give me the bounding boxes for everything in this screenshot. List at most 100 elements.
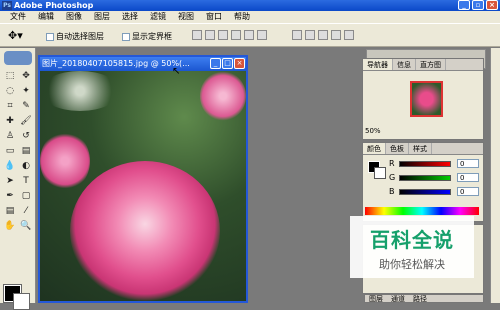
window-controls: _ ▫ ×: [458, 0, 498, 10]
close-icon[interactable]: ×: [234, 58, 245, 69]
workspace-scrollbar[interactable]: [490, 48, 500, 303]
tab-color[interactable]: 颜色: [363, 143, 386, 154]
menu-image[interactable]: 图像: [60, 11, 88, 23]
red-row: R 0: [363, 159, 483, 169]
highlight-shape: [40, 71, 120, 111]
menu-view[interactable]: 视图: [172, 11, 200, 23]
move-tool-icon[interactable]: ✥: [19, 70, 33, 83]
green-slider[interactable]: [399, 175, 451, 181]
show-bounding-box-checkbox[interactable]: 显示定界框: [122, 31, 172, 42]
minimize-icon[interactable]: _: [210, 58, 221, 69]
adobe-feather-icon[interactable]: [4, 51, 32, 65]
menu-file[interactable]: 文件: [4, 11, 32, 23]
eraser-tool-icon[interactable]: ▭: [3, 145, 17, 158]
menu-layer[interactable]: 图层: [88, 11, 116, 23]
blue-row: B 0: [363, 187, 483, 197]
show-bounding-box-label: 显示定界框: [132, 32, 172, 41]
gradient-tool-icon[interactable]: ▤: [19, 145, 33, 158]
close-icon[interactable]: ×: [486, 0, 498, 10]
path-select-tool-icon[interactable]: ➤: [3, 175, 17, 188]
align-group-1: [192, 30, 267, 40]
app-titlebar: Ps Adobe Photoshop _ ▫ ×: [0, 0, 500, 11]
tool-grid: ⬚ ✥ ◌ ✦ ⌗ ✎ ✚ 🖌 ♙ ↺ ▭ ▤ 💧 ◐ ➤ T ✒ ▢ ▤ ⁄ …: [3, 70, 33, 233]
navigator-thumbnail[interactable]: [410, 81, 443, 117]
flower-shape: [70, 161, 220, 301]
history-brush-tool-icon[interactable]: ↺: [19, 130, 33, 143]
blue-slider[interactable]: [399, 189, 451, 195]
align-center-icon[interactable]: [244, 30, 254, 40]
distribute-center-icon[interactable]: [344, 30, 354, 40]
marquee-tool-icon[interactable]: ⬚: [3, 70, 17, 83]
maximize-icon[interactable]: □: [222, 58, 233, 69]
color-tabs: 颜色 色板 样式: [363, 143, 483, 155]
blue-value[interactable]: 0: [457, 187, 479, 196]
color-panel: 颜色 色板 样式 R 0 G 0 B 0: [362, 142, 484, 222]
distribute-left-icon[interactable]: [331, 30, 341, 40]
background-color-swatch[interactable]: [13, 293, 30, 310]
tab-channels[interactable]: 通道: [387, 295, 409, 303]
canvas-image[interactable]: [40, 71, 246, 301]
healing-brush-tool-icon[interactable]: ✚: [3, 115, 17, 128]
notes-tool-icon[interactable]: ▤: [3, 205, 17, 218]
navigator-panel: 导航器 信息 直方图 50%: [362, 58, 484, 140]
red-label: R: [389, 159, 395, 168]
distribute-middle-icon[interactable]: [305, 30, 315, 40]
color-spectrum-bar[interactable]: [365, 207, 479, 215]
red-slider[interactable]: [399, 161, 451, 167]
tab-histogram[interactable]: 直方图: [416, 59, 446, 70]
type-tool-icon[interactable]: T: [19, 175, 33, 188]
checkbox-box[interactable]: [122, 32, 130, 41]
tab-paths[interactable]: 路径: [409, 295, 431, 303]
checkbox-box[interactable]: [46, 32, 54, 41]
hand-tool-icon[interactable]: ✋: [3, 220, 17, 233]
layers-tabs: 图层 通道 路径: [364, 294, 484, 303]
menu-select[interactable]: 选择: [116, 11, 144, 23]
menu-edit[interactable]: 编辑: [32, 11, 60, 23]
align-right-icon[interactable]: [257, 30, 267, 40]
flower-shape: [200, 71, 246, 121]
navigator-zoom[interactable]: 50%: [365, 127, 381, 135]
green-label: G: [389, 173, 396, 182]
watermark-box: 百科全说 助你轻松解决: [350, 216, 474, 278]
distribute-bottom-icon[interactable]: [318, 30, 328, 40]
watermark-subtitle: 助你轻松解决: [379, 258, 445, 271]
toolbox: ⬚ ✥ ◌ ✦ ⌗ ✎ ✚ 🖌 ♙ ↺ ▭ ▤ 💧 ◐ ➤ T ✒ ▢ ▤ ⁄ …: [0, 48, 36, 310]
align-bottom-icon[interactable]: [218, 30, 228, 40]
menu-window[interactable]: 窗口: [200, 11, 228, 23]
green-row: G 0: [363, 173, 483, 183]
pen-tool-icon[interactable]: ✒: [3, 190, 17, 203]
blur-tool-icon[interactable]: 💧: [3, 160, 17, 173]
menu-filter[interactable]: 滤镜: [144, 11, 172, 23]
red-value[interactable]: 0: [457, 159, 479, 168]
tab-info[interactable]: 信息: [393, 59, 416, 70]
align-middle-icon[interactable]: [205, 30, 215, 40]
tab-navigator[interactable]: 导航器: [363, 59, 393, 70]
clone-stamp-tool-icon[interactable]: ♙: [3, 130, 17, 143]
auto-select-layer-label: 自动选择图层: [56, 32, 104, 41]
shape-tool-icon[interactable]: ▢: [19, 190, 33, 203]
app-title: Adobe Photoshop: [14, 1, 94, 10]
restore-icon[interactable]: ▫: [472, 0, 484, 10]
menu-help[interactable]: 帮助: [228, 11, 256, 23]
tab-layers[interactable]: 图层: [365, 295, 387, 303]
minimize-icon[interactable]: _: [458, 0, 470, 10]
move-icon[interactable]: ✥▾: [8, 29, 23, 42]
auto-select-layer-checkbox[interactable]: 自动选择图层: [46, 31, 104, 42]
menu-bar: 文件 编辑 图像 图层 选择 滤镜 视图 窗口 帮助: [0, 11, 500, 23]
lasso-tool-icon[interactable]: ◌: [3, 85, 17, 98]
dodge-tool-icon[interactable]: ◐: [19, 160, 33, 173]
brush-tool-icon[interactable]: 🖌: [19, 115, 33, 128]
tab-styles[interactable]: 样式: [409, 143, 432, 154]
green-value[interactable]: 0: [457, 173, 479, 182]
distribute-top-icon[interactable]: [292, 30, 302, 40]
align-top-icon[interactable]: [192, 30, 202, 40]
slice-tool-icon[interactable]: ✎: [19, 100, 33, 113]
flower-shape: [40, 131, 90, 191]
zoom-tool-icon[interactable]: 🔍: [19, 220, 33, 233]
eyedropper-tool-icon[interactable]: ⁄: [19, 205, 33, 218]
align-left-icon[interactable]: [231, 30, 241, 40]
magic-wand-tool-icon[interactable]: ✦: [19, 85, 33, 98]
tab-swatches[interactable]: 色板: [386, 143, 409, 154]
document-window-controls: _ □ ×: [210, 58, 245, 69]
crop-tool-icon[interactable]: ⌗: [3, 100, 17, 113]
